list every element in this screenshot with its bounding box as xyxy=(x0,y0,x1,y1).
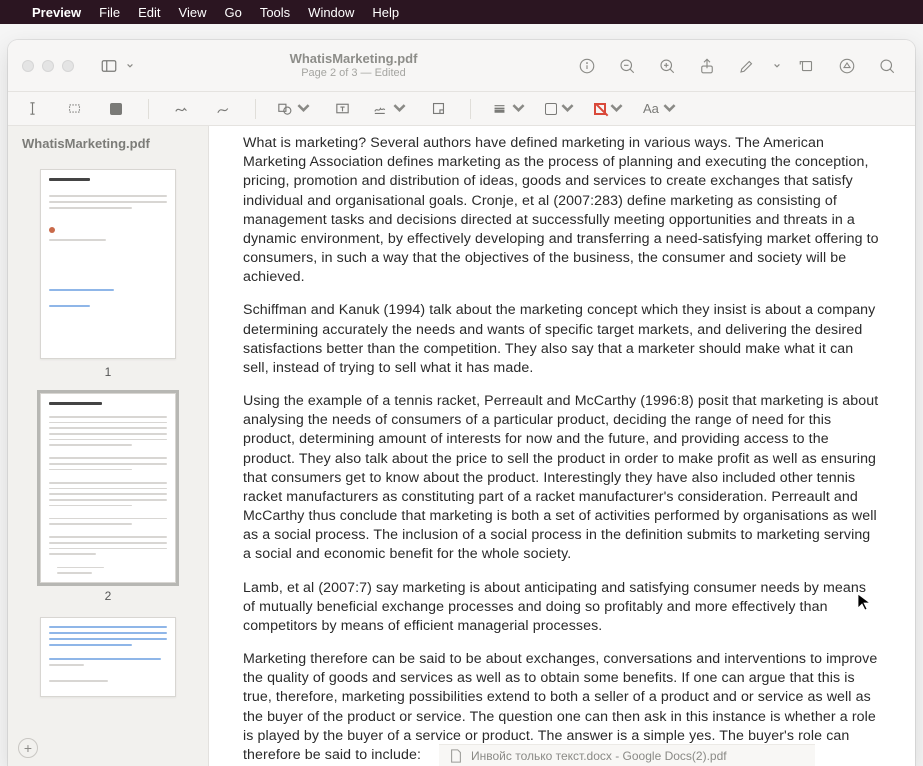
search-icon xyxy=(878,57,896,75)
sketch-icon xyxy=(173,100,190,117)
highlight-icon xyxy=(738,57,756,75)
border-color-tool[interactable] xyxy=(543,97,578,121)
note-tool[interactable] xyxy=(424,97,452,121)
menu-view[interactable]: View xyxy=(179,5,207,20)
text-selection-tool[interactable] xyxy=(18,97,46,121)
fill-color-tool[interactable] xyxy=(592,97,627,121)
sketch-tool[interactable] xyxy=(167,97,195,121)
rect-selection-tool[interactable] xyxy=(60,97,88,121)
macos-menubar: Preview File Edit View Go Tools Window H… xyxy=(0,0,923,24)
chevron-down-icon xyxy=(559,100,576,117)
chevron-down-icon xyxy=(295,100,312,117)
signature-icon xyxy=(372,100,389,117)
markup-toolbar: Aa xyxy=(8,92,915,126)
shapes-icon xyxy=(276,100,293,117)
sign-tool[interactable] xyxy=(370,97,410,121)
menu-tools[interactable]: Tools xyxy=(260,5,290,20)
thumb-number: 2 xyxy=(105,589,112,603)
document-content[interactable]: What is marketing? Several authors have … xyxy=(209,126,915,766)
thumbnail-1[interactable]: 1 xyxy=(8,169,208,379)
draw-icon xyxy=(215,100,232,117)
document-title: WhatisMarketing.pdf xyxy=(290,51,418,67)
preview-window: WhatisMarketing.pdf Page 2 of 3 — Edited xyxy=(8,40,915,766)
info-button[interactable] xyxy=(573,52,601,80)
chevron-down-icon xyxy=(608,100,625,117)
menu-help[interactable]: Help xyxy=(372,5,399,20)
menu-go[interactable]: Go xyxy=(224,5,241,20)
zoom-in-icon xyxy=(658,57,676,75)
chevron-down-icon[interactable] xyxy=(773,62,781,70)
chevron-down-icon xyxy=(661,100,678,117)
search-button[interactable] xyxy=(873,52,901,80)
sidebar-icon xyxy=(100,57,118,75)
thumb-number: 1 xyxy=(105,365,112,379)
share-button[interactable] xyxy=(693,52,721,80)
minimize-window-button[interactable] xyxy=(42,60,54,72)
paragraph: Lamb, et al (2007:7) say marketing is ab… xyxy=(243,579,881,637)
zoom-in-button[interactable] xyxy=(653,52,681,80)
redact-icon xyxy=(110,103,122,115)
zoom-out-button[interactable] xyxy=(613,52,641,80)
paragraph: Schiffman and Kanuk (1994) talk about th… xyxy=(243,301,881,378)
highlight-button[interactable] xyxy=(733,52,761,80)
border-style-tool[interactable] xyxy=(489,97,529,121)
chevron-down-icon xyxy=(391,100,408,117)
rotate-icon xyxy=(798,57,816,75)
text-style-tool[interactable]: Aa xyxy=(641,97,680,121)
text-cursor-icon xyxy=(24,100,41,117)
draw-tool[interactable] xyxy=(209,97,237,121)
paragraph: What is marketing? Several authors have … xyxy=(243,134,881,287)
share-icon xyxy=(698,57,716,75)
font-icon: Aa xyxy=(643,101,659,116)
note-icon xyxy=(430,100,447,117)
thumbnail-sidebar: WhatisMarketing.pdf 1 xyxy=(8,126,209,766)
menu-window[interactable]: Window xyxy=(308,5,354,20)
document-icon xyxy=(449,749,463,763)
rotate-button[interactable] xyxy=(793,52,821,80)
add-page-button[interactable]: + xyxy=(18,738,38,758)
no-fill-swatch xyxy=(594,103,606,115)
titlebar: WhatisMarketing.pdf Page 2 of 3 — Edited xyxy=(8,40,915,92)
sidebar-doc-title: WhatisMarketing.pdf xyxy=(8,126,208,161)
redact-tool[interactable] xyxy=(102,97,130,121)
markup-button[interactable] xyxy=(833,52,861,80)
lines-icon xyxy=(491,100,508,117)
text-box-icon xyxy=(334,100,351,117)
rect-select-icon xyxy=(66,100,83,117)
paragraph: Using the example of a tennis racket, Pe… xyxy=(243,392,881,565)
thumbnail-3[interactable] xyxy=(8,617,208,697)
chevron-down-icon xyxy=(126,62,134,70)
text-tool[interactable] xyxy=(328,97,356,121)
close-window-button[interactable] xyxy=(22,60,34,72)
markup-icon xyxy=(838,57,856,75)
zoom-window-button[interactable] xyxy=(62,60,74,72)
zoom-out-icon xyxy=(618,57,636,75)
menu-file[interactable]: File xyxy=(99,5,120,20)
dock-preview-hint: Инвойс только текст.docx - Google Docs(2… xyxy=(439,744,815,766)
menu-edit[interactable]: Edit xyxy=(138,5,160,20)
thumbnail-2[interactable]: 2 xyxy=(8,393,208,603)
document-subtitle: Page 2 of 3 — Edited xyxy=(301,67,406,80)
chevron-down-icon xyxy=(510,100,527,117)
shapes-tool[interactable] xyxy=(274,97,314,121)
app-name-menu[interactable]: Preview xyxy=(32,5,81,20)
info-icon xyxy=(578,57,596,75)
border-color-swatch xyxy=(545,103,557,115)
window-controls xyxy=(22,60,74,72)
dock-hint-text: Инвойс только текст.docx - Google Docs(2… xyxy=(471,749,727,763)
sidebar-view-button[interactable] xyxy=(94,51,134,81)
